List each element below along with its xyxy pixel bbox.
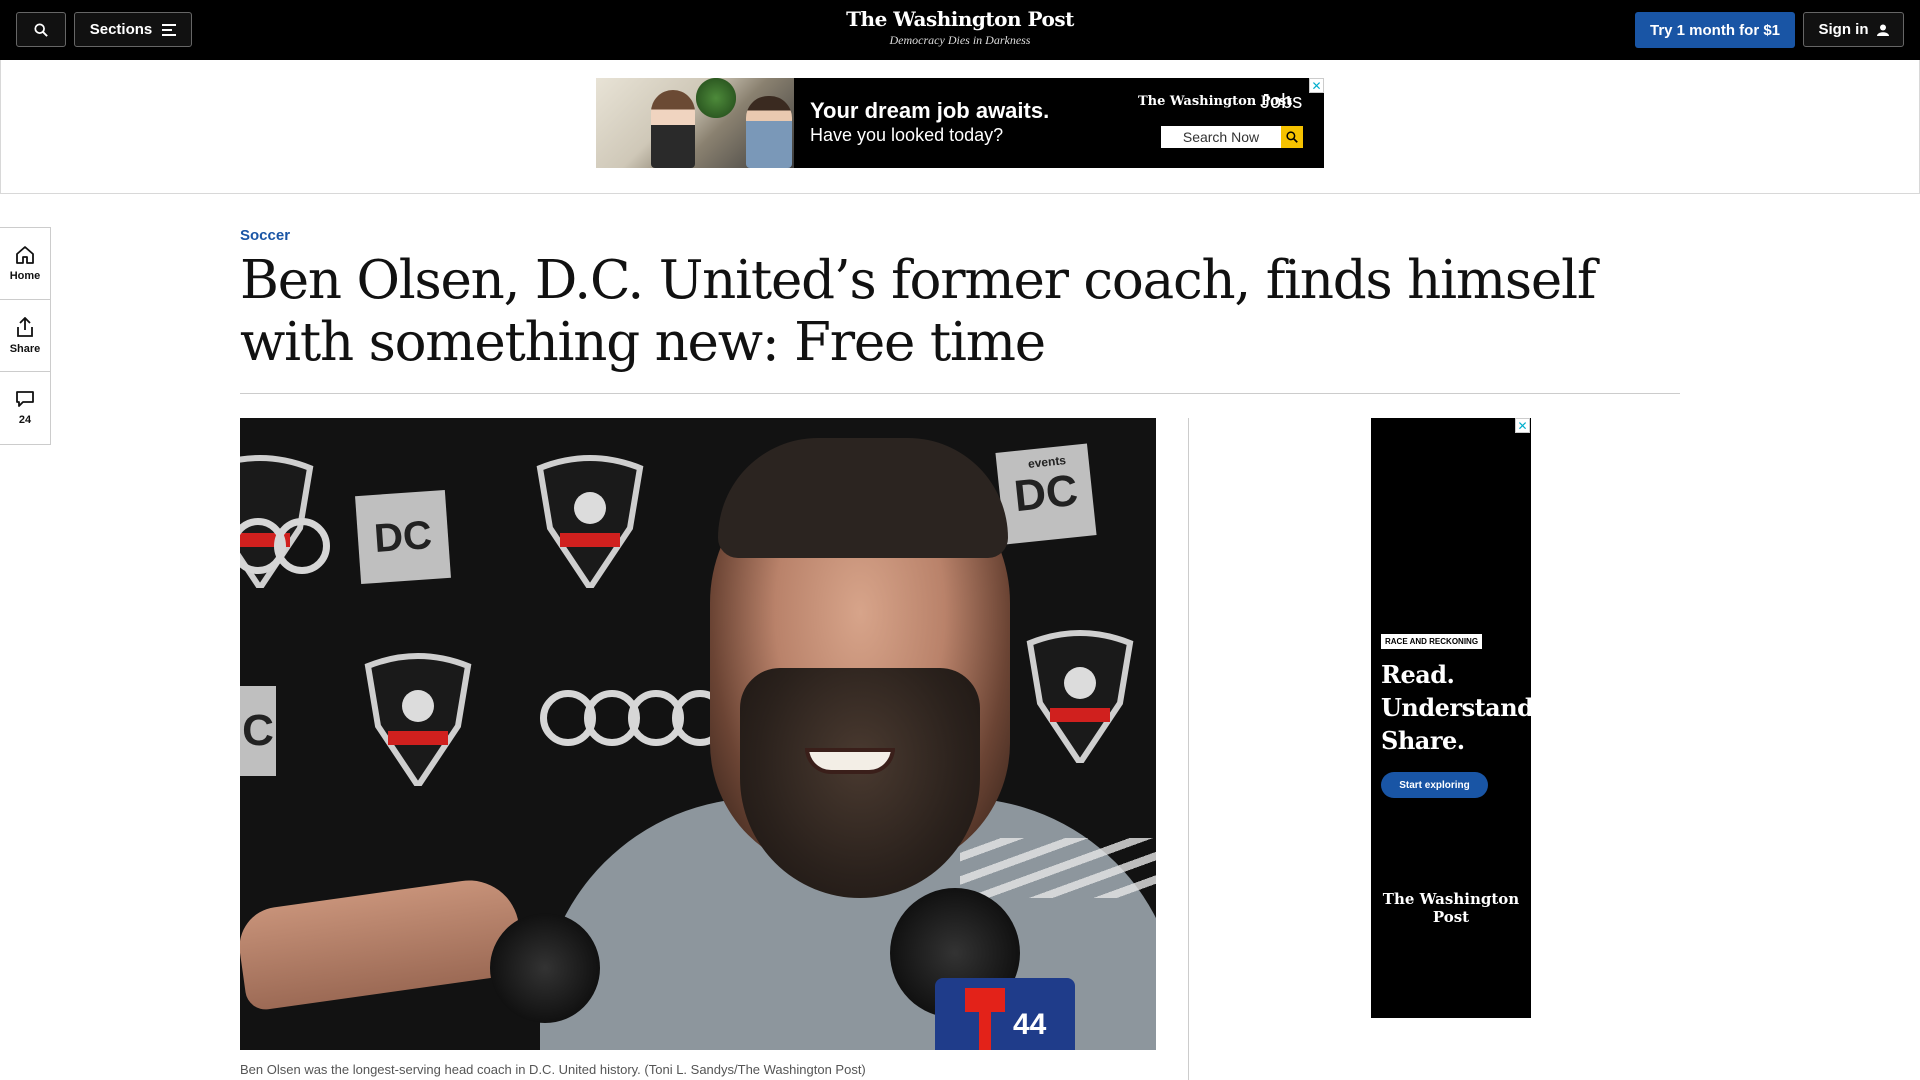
- masthead-tagline: Democracy Dies in Darkness: [889, 33, 1031, 47]
- ad-headline-line: Share.: [1381, 726, 1465, 755]
- try-subscription-button[interactable]: Try 1 month for $1: [1635, 12, 1795, 48]
- search-button[interactable]: [16, 12, 66, 47]
- ad-close-icon[interactable]: ✕: [1515, 418, 1530, 433]
- article-headline: Ben Olsen, D.C. United’s former coach, f…: [240, 250, 1596, 373]
- headline-divider: [240, 393, 1680, 394]
- audi-rings-logo: [240, 518, 330, 574]
- ad-photo-person: [746, 96, 792, 168]
- share-icon: [17, 316, 33, 337]
- reporter-hand: [240, 874, 526, 1012]
- menu-icon: [162, 23, 177, 36]
- home-button[interactable]: Home: [0, 228, 50, 300]
- sign-in-label: Sign in: [1818, 21, 1869, 38]
- comment-icon: [16, 391, 34, 407]
- shirt-stripes: [960, 838, 1156, 898]
- column-divider: [1188, 418, 1189, 1080]
- events-dc-logo-partial: C: [240, 686, 276, 776]
- section-kicker-link[interactable]: Soccer: [240, 227, 290, 244]
- article-lead-photo: DC DC C events 44: [240, 418, 1156, 1050]
- microphone: [490, 913, 600, 1023]
- ad-headline-line: Read.: [1381, 660, 1455, 689]
- share-button[interactable]: Share: [0, 300, 50, 372]
- sign-in-button[interactable]: Sign in: [1803, 12, 1904, 47]
- right-skyscraper-ad[interactable]: RACE AND RECKONING Read. Understand. Sha…: [1371, 418, 1542, 1018]
- top-banner-ad[interactable]: Your dream job awaits. Have you looked t…: [596, 78, 1324, 168]
- ad-headline-line: Understand.: [1381, 693, 1542, 722]
- ad-headline: Read. Understand. Share.: [1381, 658, 1542, 757]
- microphone-flag-44: 44: [935, 978, 1075, 1050]
- start-exploring-button[interactable]: Start exploring: [1381, 772, 1488, 798]
- search-icon: [34, 22, 48, 37]
- subject-beard: [740, 668, 980, 898]
- ad-close-icon[interactable]: ✕: [1309, 78, 1324, 93]
- dc-united-crest-logo: [536, 455, 644, 588]
- sections-label: Sections: [89, 21, 153, 38]
- home-icon: [16, 245, 34, 264]
- top-navigation-bar: Sections The Washington Post Democracy D…: [0, 0, 1920, 60]
- photo-caption: Ben Olsen was the longest-serving head c…: [240, 1062, 866, 1077]
- home-label: Home: [9, 269, 41, 282]
- subject-hair: [718, 438, 1008, 558]
- ad-headline: Your dream job awaits.: [810, 98, 1050, 123]
- dc-united-crest-logo: [364, 653, 472, 786]
- ad-photo-person: [651, 90, 695, 168]
- events-dc-logo: DC: [355, 489, 451, 585]
- ad-subline: Have you looked today?: [810, 125, 1004, 145]
- ad-photo-plant: [696, 78, 736, 118]
- subject-smile: [805, 748, 895, 774]
- ad-jobs-label: Jobs: [1260, 91, 1303, 113]
- user-icon: [1876, 24, 1889, 36]
- dc-united-crest-logo: [1026, 630, 1134, 763]
- share-label: Share: [9, 342, 41, 355]
- search-icon: [1286, 131, 1298, 143]
- masthead[interactable]: The Washington Post Democracy Dies in Da…: [760, 6, 1160, 48]
- ad-wapo-logo: The Washington Post: [1382, 890, 1520, 926]
- comments-count: 24: [18, 414, 32, 426]
- mic-flag-number: 44: [1013, 1008, 1047, 1041]
- comments-button[interactable]: 24: [0, 372, 50, 444]
- masthead-logo[interactable]: The Washington Post: [760, 6, 1160, 32]
- ad-tag: RACE AND RECKONING: [1381, 634, 1483, 649]
- telemundo-logo: [965, 988, 1005, 1050]
- audi-rings-logo: [540, 690, 728, 746]
- left-action-rail: Home Share 24: [0, 227, 51, 445]
- sections-button[interactable]: Sections: [74, 12, 192, 47]
- ad-photo-handshake: [596, 78, 794, 168]
- ad-search-button[interactable]: [1281, 126, 1303, 148]
